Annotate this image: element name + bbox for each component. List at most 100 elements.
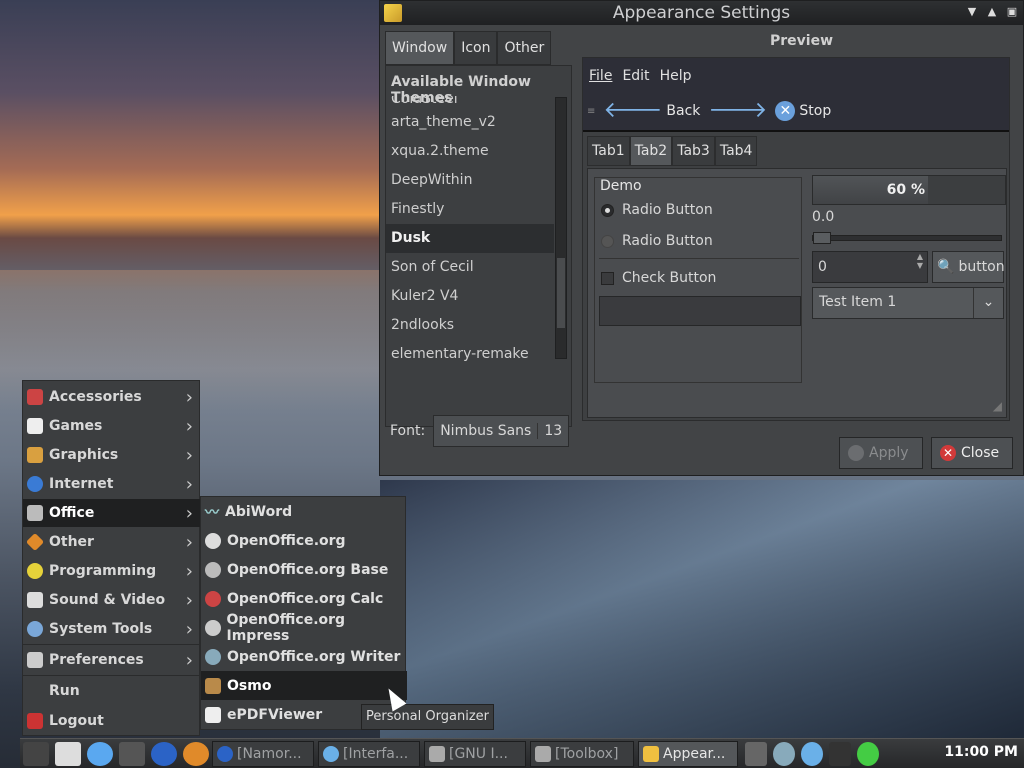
- mail-icon[interactable]: [183, 741, 209, 766]
- apply-label: Apply: [869, 445, 909, 461]
- radio-unselected-icon: [601, 234, 614, 248]
- submenu-item-openoffice[interactable]: OpenOffice.org: [201, 526, 407, 555]
- submenu-item-abiword[interactable]: 〰 AbiWord: [201, 497, 407, 526]
- task-button[interactable]: [Namor...: [212, 740, 314, 767]
- theme-item[interactable]: DeepWithin: [386, 166, 554, 195]
- slider-knob[interactable]: [813, 232, 831, 244]
- scrollbar-thumb[interactable]: [557, 258, 565, 328]
- combo-box[interactable]: Test Item 1 ⌄: [812, 287, 1004, 319]
- close-icon: ✕: [940, 445, 956, 461]
- appearance-task-icon: [643, 745, 659, 762]
- menu-help[interactable]: Help: [660, 68, 692, 92]
- menu-item-accessories[interactable]: Accessories ›: [23, 383, 201, 411]
- task-label: [Interfa...: [343, 745, 409, 762]
- tab-icon[interactable]: Icon: [454, 31, 498, 65]
- theme-list-scrollbar[interactable]: [555, 97, 567, 359]
- radio-button-2[interactable]: Radio Button: [601, 233, 713, 249]
- task-button[interactable]: [Toolbox]: [530, 740, 634, 767]
- preview-tab-4[interactable]: Tab4: [714, 136, 758, 166]
- slider[interactable]: [812, 232, 1002, 244]
- theme-item[interactable]: elementary-remake: [386, 340, 554, 368]
- search-button[interactable]: 🔍 button: [932, 251, 1005, 283]
- close-button[interactable]: ✕ Close: [931, 437, 1013, 469]
- menu-item-system-tools[interactable]: System Tools ›: [23, 615, 201, 643]
- browser-icon[interactable]: [151, 741, 177, 766]
- menu-item-sound-video[interactable]: Sound & Video ›: [23, 586, 201, 614]
- apply-icon: [848, 445, 864, 461]
- combo-value: Test Item 1: [819, 294, 897, 310]
- menu-item-graphics[interactable]: Graphics ›: [23, 441, 201, 469]
- submenu-item-openoffice-writer[interactable]: OpenOffice.org Writer: [201, 642, 407, 671]
- stop-button[interactable]: ✕ Stop: [775, 101, 831, 121]
- progress-bar: 60 %: [812, 175, 1006, 205]
- tray-update-icon[interactable]: [801, 741, 823, 766]
- submenu-item-openoffice-calc[interactable]: OpenOffice.org Calc: [201, 584, 407, 613]
- preview-tab-1[interactable]: Tab1: [587, 136, 630, 166]
- radio-button-1[interactable]: Radio Button: [601, 202, 713, 218]
- submenu-item-openoffice-base[interactable]: OpenOffice.org Base: [201, 555, 407, 584]
- tray-monitor-icon[interactable]: [829, 741, 851, 766]
- menu-item-label: Games: [49, 418, 103, 434]
- home-icon[interactable]: [55, 741, 81, 766]
- menu-item-internet[interactable]: Internet ›: [23, 470, 201, 498]
- submenu-item-openoffice-impress[interactable]: OpenOffice.org Impress: [201, 612, 407, 644]
- preview-tab-content: Demo Radio Button Radio Button Check But…: [587, 168, 1007, 418]
- toolbox-task-icon: [535, 745, 551, 762]
- spin-arrows-icon[interactable]: ▲ ▼: [913, 252, 927, 282]
- theme-item[interactable]: Kuler2 V4: [386, 282, 554, 311]
- sound-video-icon: [27, 592, 43, 608]
- preview-toolbar: ≡ 🡐 Back 🡒 ✕ Stop: [583, 92, 1009, 132]
- font-picker-button[interactable]: Nimbus Sans 13: [433, 415, 570, 447]
- theme-item[interactable]: Son of Cecil: [386, 253, 554, 282]
- calculator-icon[interactable]: [119, 741, 145, 766]
- spin-button[interactable]: 0 ▲ ▼: [812, 251, 928, 283]
- menu-item-label: Sound & Video: [49, 592, 166, 608]
- menu-item-programming[interactable]: Programming ›: [23, 557, 201, 585]
- preview-tab-2[interactable]: Tab2: [629, 136, 673, 166]
- menu-item-office[interactable]: Office ›: [23, 499, 201, 527]
- appearance-settings-window: Appearance Settings ▼ ▲ ▣ Window Icon Ot…: [379, 0, 1024, 476]
- check-button[interactable]: Check Button: [601, 270, 716, 286]
- theme-item[interactable]: 2ndlooks: [386, 311, 554, 340]
- menu-edit[interactable]: Edit: [622, 68, 649, 92]
- theme-item[interactable]: ColdSteel: [386, 96, 554, 108]
- submenu-item-osmo[interactable]: Osmo: [201, 671, 407, 700]
- spin-value: 0: [818, 259, 827, 275]
- task-button[interactable]: [GNU I...: [424, 740, 526, 767]
- apply-button[interactable]: Apply: [839, 437, 923, 469]
- submenu-item-label: ePDFViewer: [227, 706, 323, 723]
- menu-file[interactable]: File: [589, 68, 612, 92]
- theme-list[interactable]: ColdSteel arta_theme_v2 xqua.2.theme Dee…: [386, 96, 554, 368]
- titlebar[interactable]: Appearance Settings ▼ ▲ ▣: [380, 1, 1023, 25]
- back-button[interactable]: 🡐 Back: [603, 100, 700, 122]
- theme-item[interactable]: xqua.2.theme: [386, 137, 554, 166]
- forward-arrow-icon[interactable]: 🡒: [708, 100, 767, 122]
- tray-volume-icon[interactable]: [773, 741, 795, 766]
- close-window-icon[interactable]: ▣: [1005, 5, 1019, 19]
- tray-play-icon[interactable]: [857, 741, 879, 766]
- minimize-icon[interactable]: ▼: [965, 5, 979, 19]
- close-label: Close: [961, 445, 1000, 461]
- network-icon[interactable]: [87, 741, 113, 766]
- theme-item[interactable]: arta_theme_v2: [386, 108, 554, 137]
- menu-item-preferences[interactable]: Preferences ›: [23, 646, 201, 674]
- chevron-down-icon[interactable]: ⌄: [973, 288, 1003, 318]
- start-menu-icon[interactable]: [23, 741, 49, 766]
- resize-grip-icon[interactable]: ◢: [993, 399, 1002, 413]
- maximize-icon[interactable]: ▲: [985, 5, 999, 19]
- tab-window[interactable]: Window: [385, 31, 455, 65]
- theme-item[interactable]: Finestly: [386, 195, 554, 224]
- task-button-active[interactable]: Appear...: [638, 740, 738, 767]
- demo-text-entry[interactable]: [599, 296, 801, 326]
- menu-item-games[interactable]: Games ›: [23, 412, 201, 440]
- theme-item-selected[interactable]: Dusk: [386, 224, 554, 253]
- tray-network-icon[interactable]: [745, 741, 767, 766]
- task-button[interactable]: [Interfa...: [318, 740, 420, 767]
- menu-item-logout[interactable]: Logout: [23, 707, 201, 735]
- internet-icon: [27, 476, 43, 492]
- menu-item-run[interactable]: Run: [23, 677, 201, 705]
- menu-item-other[interactable]: Other ›: [23, 528, 201, 556]
- tab-other[interactable]: Other: [497, 31, 552, 65]
- preview-tab-3[interactable]: Tab3: [672, 136, 715, 166]
- games-icon: [27, 418, 43, 434]
